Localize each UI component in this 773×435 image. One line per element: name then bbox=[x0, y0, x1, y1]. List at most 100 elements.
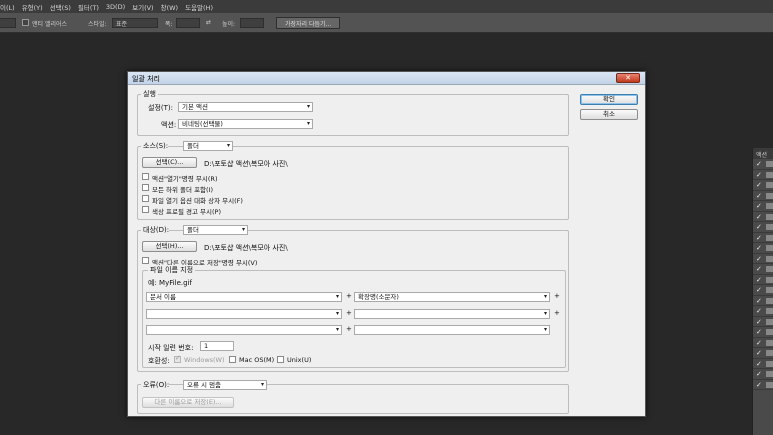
include-subfolders-checkbox[interactable] bbox=[142, 184, 149, 191]
close-button[interactable]: ✕ bbox=[616, 73, 640, 83]
action-row[interactable]: ✓ bbox=[753, 369, 773, 380]
check-icon[interactable]: ✓ bbox=[756, 223, 762, 231]
check-icon[interactable]: ✓ bbox=[756, 192, 762, 200]
action-row[interactable]: ✓ bbox=[753, 285, 773, 296]
action-select[interactable]: 비네팅(선택물) ▾ bbox=[178, 119, 313, 129]
check-icon[interactable]: ✓ bbox=[756, 276, 762, 284]
dialog-toggle-icon[interactable] bbox=[766, 255, 773, 262]
dialog-titlebar[interactable]: 일괄 처리 ✕ bbox=[128, 72, 645, 85]
check-icon[interactable]: ✓ bbox=[756, 213, 762, 221]
naming-field-1[interactable]: 문서 이름 ▾ bbox=[146, 292, 342, 302]
refine-edge-button[interactable]: 가장자리 다듬기... bbox=[276, 17, 341, 29]
action-row[interactable]: ✓ bbox=[753, 306, 773, 317]
action-row[interactable]: ✓ bbox=[753, 264, 773, 275]
dialog-toggle-icon[interactable] bbox=[766, 171, 773, 178]
menu-help[interactable]: 도움말(H) bbox=[185, 2, 220, 12]
check-icon[interactable]: ✓ bbox=[756, 328, 762, 336]
action-row[interactable]: ✓ bbox=[753, 254, 773, 264]
dialog-toggle-icon[interactable] bbox=[766, 161, 773, 167]
check-icon[interactable]: ✓ bbox=[756, 202, 762, 210]
naming-field-3[interactable]: ▾ bbox=[146, 309, 342, 319]
dialog-toggle-icon[interactable] bbox=[766, 287, 773, 293]
dialog-toggle-icon[interactable] bbox=[766, 192, 773, 199]
action-row[interactable]: ✓ bbox=[753, 275, 773, 285]
dialog-toggle-icon[interactable] bbox=[766, 350, 773, 356]
compat-windows-checkbox[interactable] bbox=[174, 354, 181, 363]
dialog-toggle-icon[interactable] bbox=[766, 297, 773, 304]
check-icon[interactable]: ✓ bbox=[756, 360, 762, 368]
check-icon[interactable]: ✓ bbox=[756, 339, 762, 347]
action-row[interactable]: ✓ bbox=[753, 222, 773, 233]
check-icon[interactable]: ✓ bbox=[756, 297, 762, 305]
menu-3d[interactable]: 3D(D) bbox=[106, 3, 132, 11]
action-row[interactable]: ✓ bbox=[753, 212, 773, 222]
check-icon[interactable]: ✓ bbox=[756, 381, 762, 389]
dialog-toggle-icon[interactable] bbox=[766, 203, 773, 209]
check-icon[interactable]: ✓ bbox=[756, 286, 762, 294]
dialog-toggle-icon[interactable] bbox=[766, 339, 773, 346]
action-row[interactable]: ✓ bbox=[753, 327, 773, 338]
compat-unix-checkbox[interactable] bbox=[277, 356, 284, 363]
check-icon[interactable]: ✓ bbox=[756, 181, 762, 189]
action-row[interactable]: ✓ bbox=[753, 191, 773, 201]
ok-button[interactable]: 확인 bbox=[580, 94, 638, 105]
check-icon[interactable]: ✓ bbox=[756, 234, 762, 242]
action-row[interactable]: ✓ bbox=[753, 338, 773, 348]
dialog-toggle-icon[interactable] bbox=[766, 266, 773, 272]
action-row[interactable]: ✓ bbox=[753, 201, 773, 212]
action-row[interactable]: ✓ bbox=[753, 243, 773, 254]
source-select[interactable]: 폴더 ▾ bbox=[183, 141, 233, 151]
destination-choose-button[interactable]: 선택(H)... bbox=[142, 241, 197, 252]
menu-window[interactable]: 창(W) bbox=[161, 2, 185, 12]
source-choose-button[interactable]: 선택(C)... bbox=[142, 157, 197, 168]
check-icon[interactable]: ✓ bbox=[756, 171, 762, 179]
dialog-toggle-icon[interactable] bbox=[766, 360, 773, 367]
action-row[interactable]: ✓ bbox=[753, 159, 773, 170]
check-icon[interactable]: ✓ bbox=[756, 318, 762, 326]
dialog-toggle-icon[interactable] bbox=[766, 276, 773, 283]
suppress-color-warnings-checkbox[interactable] bbox=[142, 206, 149, 213]
action-row[interactable]: ✓ bbox=[753, 296, 773, 306]
action-row[interactable]: ✓ bbox=[753, 180, 773, 191]
menu-filter[interactable]: 필터(T) bbox=[78, 2, 106, 12]
menu-select[interactable]: 선택(S) bbox=[50, 2, 78, 12]
anti-alias-checkbox[interactable] bbox=[22, 19, 29, 26]
check-icon[interactable]: ✓ bbox=[756, 349, 762, 357]
action-row[interactable]: ✓ bbox=[753, 170, 773, 180]
check-icon[interactable]: ✓ bbox=[756, 255, 762, 263]
action-row[interactable]: ✓ bbox=[753, 317, 773, 327]
action-row[interactable]: ✓ bbox=[753, 233, 773, 243]
action-row[interactable]: ✓ bbox=[753, 380, 773, 390]
feather-input[interactable] bbox=[0, 18, 16, 28]
errors-select[interactable]: 오류 시 멈춤 ▾ bbox=[183, 380, 267, 390]
swap-icon[interactable]: ⇄ bbox=[206, 19, 211, 26]
destination-select[interactable]: 폴더 ▾ bbox=[183, 225, 248, 235]
save-as-button[interactable]: 다른 이름으로 저장(E)... bbox=[142, 397, 234, 408]
dialog-toggle-icon[interactable] bbox=[766, 371, 773, 377]
override-save-as-checkbox[interactable] bbox=[142, 257, 149, 264]
compat-mac-checkbox[interactable] bbox=[229, 356, 236, 363]
naming-field-4[interactable]: ▾ bbox=[354, 309, 550, 319]
action-row[interactable]: ✓ bbox=[753, 348, 773, 359]
height-input[interactable] bbox=[240, 18, 264, 28]
suppress-open-dialogs-checkbox[interactable] bbox=[142, 195, 149, 202]
menu-view[interactable]: 보기(V) bbox=[132, 2, 160, 12]
cancel-button[interactable]: 취소 bbox=[580, 109, 638, 120]
menu-layer[interactable]: 이(L) bbox=[0, 2, 22, 12]
override-open-checkbox[interactable] bbox=[142, 173, 149, 180]
dialog-toggle-icon[interactable] bbox=[766, 308, 773, 314]
dialog-toggle-icon[interactable] bbox=[766, 182, 773, 188]
width-input[interactable] bbox=[176, 18, 200, 28]
menu-type[interactable]: 유형(Y) bbox=[22, 2, 50, 12]
check-icon[interactable]: ✓ bbox=[756, 160, 762, 168]
check-icon[interactable]: ✓ bbox=[756, 370, 762, 378]
dialog-toggle-icon[interactable] bbox=[766, 224, 773, 230]
check-icon[interactable]: ✓ bbox=[756, 244, 762, 252]
dialog-toggle-icon[interactable] bbox=[766, 234, 773, 241]
dialog-toggle-icon[interactable] bbox=[766, 213, 773, 220]
check-icon[interactable]: ✓ bbox=[756, 265, 762, 273]
serial-input[interactable]: 1 bbox=[200, 341, 234, 351]
dialog-toggle-icon[interactable] bbox=[766, 329, 773, 335]
naming-field-6[interactable]: ▾ bbox=[354, 325, 550, 335]
dialog-toggle-icon[interactable] bbox=[766, 318, 773, 325]
